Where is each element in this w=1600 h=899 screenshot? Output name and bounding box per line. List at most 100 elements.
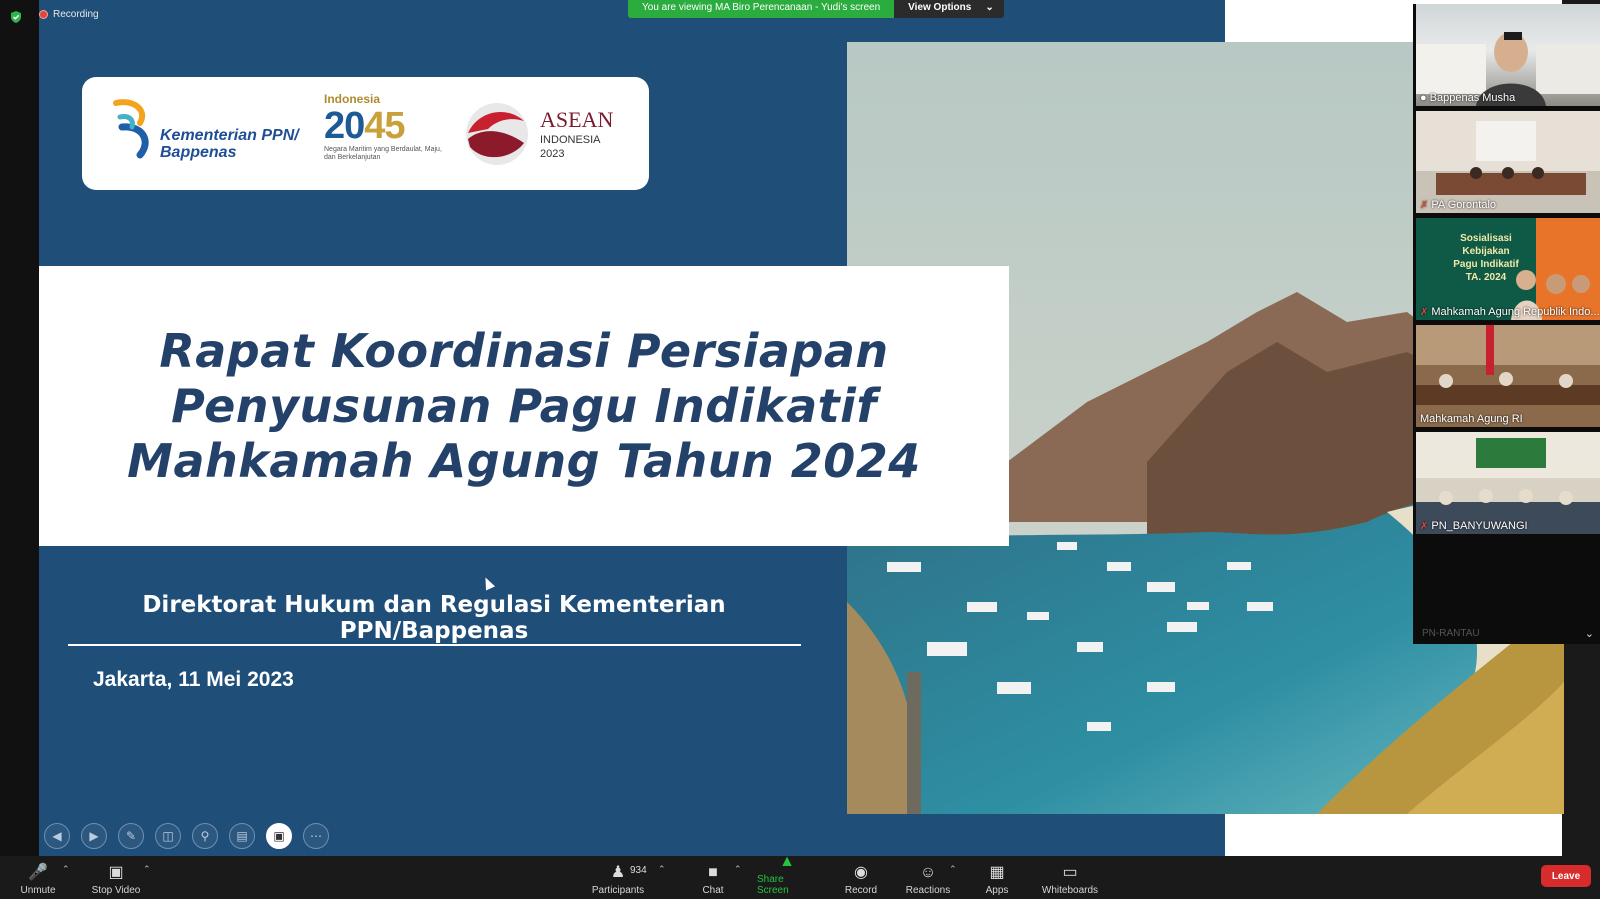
unmute-label: Unmute	[20, 885, 56, 896]
indonesia-subtitle: Negara Maritim yang Berdaulat, Maju, dan…	[324, 146, 442, 161]
title-line-3: Mahkamah Agung Tahun 2024	[127, 434, 921, 488]
subtitles-icon: ▤	[236, 829, 248, 843]
whiteboards-label: Whiteboards	[1041, 885, 1099, 896]
participant-count: 934	[630, 865, 647, 876]
mic-muted-icon: ✗	[1420, 199, 1429, 211]
tile-name: ● Bappenas Musha	[1420, 92, 1515, 104]
slide-controls: ◀ ▶ ✎ ◫ ⚲ ▤ ▣ ⋯	[44, 823, 329, 849]
chat-caret-icon[interactable]: ⌃	[734, 864, 742, 875]
indonesia-year: 2045	[324, 106, 444, 146]
video-tile[interactable]: Sosialisasi Kebijakan Pagu Indikatif TA.…	[1416, 218, 1600, 320]
share-screen-icon: ▲	[779, 853, 795, 870]
more-participant-label: PN-RANTAU	[1422, 627, 1480, 639]
shield-icon	[11, 11, 21, 23]
stop-video-label: Stop Video	[91, 885, 141, 896]
kementerian-line-2: Bappenas	[160, 144, 237, 161]
camera-icon: ▣	[273, 829, 285, 843]
participants-label: Participants	[591, 885, 645, 896]
participants-button[interactable]: ♟ Participants	[590, 856, 646, 899]
participants-icon: ♟	[610, 864, 626, 881]
unmute-button[interactable]: 🎤 Unmute	[14, 856, 62, 899]
slide-overview-button[interactable]: ◫	[155, 823, 181, 849]
mic-muted-icon: ✗	[1420, 520, 1429, 532]
more-options-button[interactable]: ⋯	[303, 823, 329, 849]
prev-slide-button[interactable]: ◀	[44, 823, 70, 849]
tile-name: ✗ PN_BANYUWANGI	[1420, 520, 1528, 532]
reactions-caret-icon[interactable]: ⌃	[949, 864, 957, 875]
tile-name-label: Mahkamah Agung Republik Indo...	[1431, 306, 1600, 318]
zoom-button[interactable]: ⚲	[192, 823, 218, 849]
audio-options-caret-icon[interactable]: ⌃	[62, 864, 70, 875]
tile-name-label: Mahkamah Agung RI	[1420, 413, 1523, 425]
record-button[interactable]: ◉ Record	[843, 856, 879, 899]
participant-video-icon	[1416, 32, 1600, 106]
asean-subtitle: INDONESIA 2023	[540, 133, 601, 161]
reactions-button[interactable]: ☺ Reactions	[905, 856, 951, 899]
participant-gallery: ● Bappenas Musha ✗ PA Gorontalo Sosialisas…	[1413, 4, 1600, 644]
leave-button[interactable]: Leave	[1541, 865, 1591, 887]
title-box: Rapat Koordinasi Persiapan Penyusunan Pa…	[39, 266, 1009, 546]
record-icon: ◉	[854, 864, 868, 881]
viewing-screen-label: You are viewing MA Biro Perencanaan - Yu…	[628, 0, 895, 18]
share-screen-button[interactable]: ▲ Share Screen	[757, 853, 817, 899]
stop-video-button[interactable]: ▣ Stop Video	[88, 856, 144, 899]
chevron-down-icon[interactable]: ⌄	[1585, 627, 1594, 640]
video-options-caret-icon[interactable]: ⌃	[143, 864, 151, 875]
ellipsis-icon: ⋯	[310, 829, 322, 843]
video-tile[interactable]: ✗ PA Gorontalo	[1416, 111, 1600, 213]
camera-button[interactable]: ▣	[266, 823, 292, 849]
asean-title: ASEAN	[540, 107, 614, 132]
asean-logo: ASEAN INDONESIA 2023	[462, 99, 622, 169]
screen-share-banner: You are viewing MA Biro Perencanaan - Yu…	[628, 0, 1004, 18]
video-tile[interactable]: ✗ PN_BANYUWANGI	[1416, 432, 1600, 534]
chat-button[interactable]: ■ Chat	[697, 856, 729, 899]
participants-caret-icon[interactable]: ⌃	[658, 864, 666, 875]
meeting-toolbar: 🎤 Unmute ⌃ ▣ Stop Video ⌃ ♟ Participants…	[0, 853, 1600, 899]
video-tile[interactable]: Mahkamah Agung RI	[1416, 325, 1600, 427]
tile-banner-line-1: Sosialisasi Kebijakan	[1460, 233, 1512, 257]
mic-muted-icon: 🎤	[28, 864, 48, 881]
participant-video-icon	[1416, 111, 1600, 195]
kementerian-line-1: Kementerian PPN/	[160, 127, 299, 144]
arrow-right-icon: ▶	[89, 829, 99, 843]
chevron-down-icon: ⌄	[985, 2, 994, 13]
record-label: Record	[844, 885, 878, 896]
indonesia-2045-logo: Indonesia 2045 Negara Maritim yang Berda…	[324, 92, 444, 172]
view-options-label: View Options	[908, 2, 972, 13]
year-part-b: 45	[364, 105, 405, 147]
slides-icon: ◫	[162, 829, 174, 843]
more-participants-row[interactable]: PN-RANTAU ⌄	[1416, 622, 1600, 644]
apps-button[interactable]: ▦ Apps	[983, 856, 1011, 899]
indonesia-label: Indonesia	[324, 92, 381, 106]
asean-year: 2023	[540, 148, 565, 160]
arrow-left-icon: ◀	[52, 829, 62, 843]
whiteboard-icon: ▭	[1062, 864, 1078, 881]
pen-icon: ✎	[125, 829, 137, 843]
participant-video-icon	[1416, 325, 1600, 405]
recording-label: Recording	[53, 9, 99, 20]
title-line-1: Rapat Koordinasi Persiapan	[159, 324, 889, 378]
left-strip	[0, 0, 39, 856]
logo-box: Kementerian PPN/ Bappenas Indonesia 2045…	[82, 77, 649, 190]
video-camera-icon: ▣	[108, 864, 124, 881]
view-options-button[interactable]: View Options ⌄	[894, 0, 1004, 18]
subtitles-button[interactable]: ▤	[229, 823, 255, 849]
pin-icon: ●	[1420, 92, 1427, 104]
kementerian-logo: Kementerian PPN/ Bappenas	[112, 97, 302, 167]
tile-banner: Sosialisasi Kebijakan Pagu Indikatif TA.…	[1436, 232, 1536, 284]
whiteboards-button[interactable]: ▭ Whiteboards	[1038, 856, 1102, 899]
date-text: Jakarta, 11 Mei 2023	[93, 668, 294, 691]
title-line-2: Penyusunan Pagu Indikatif	[171, 379, 877, 433]
year-part-a: 20	[324, 105, 365, 147]
tile-banner-line-3: TA. 2024	[1465, 272, 1507, 283]
tile-name: ✗ PA Gorontalo	[1420, 199, 1496, 211]
divider	[68, 644, 801, 646]
apps-icon: ▦	[989, 864, 1005, 881]
annotate-button[interactable]: ✎	[118, 823, 144, 849]
bappenas-emblem-icon	[113, 99, 149, 159]
tile-name: ✗ Mahkamah Agung Republik Indo...	[1420, 306, 1600, 318]
video-tile[interactable]: ● Bappenas Musha	[1416, 4, 1600, 106]
tile-banner-line-2: Pagu Indikatif	[1453, 259, 1519, 270]
next-slide-button[interactable]: ▶	[81, 823, 107, 849]
slide-title: Rapat Koordinasi Persiapan Penyusunan Pa…	[39, 324, 1009, 489]
